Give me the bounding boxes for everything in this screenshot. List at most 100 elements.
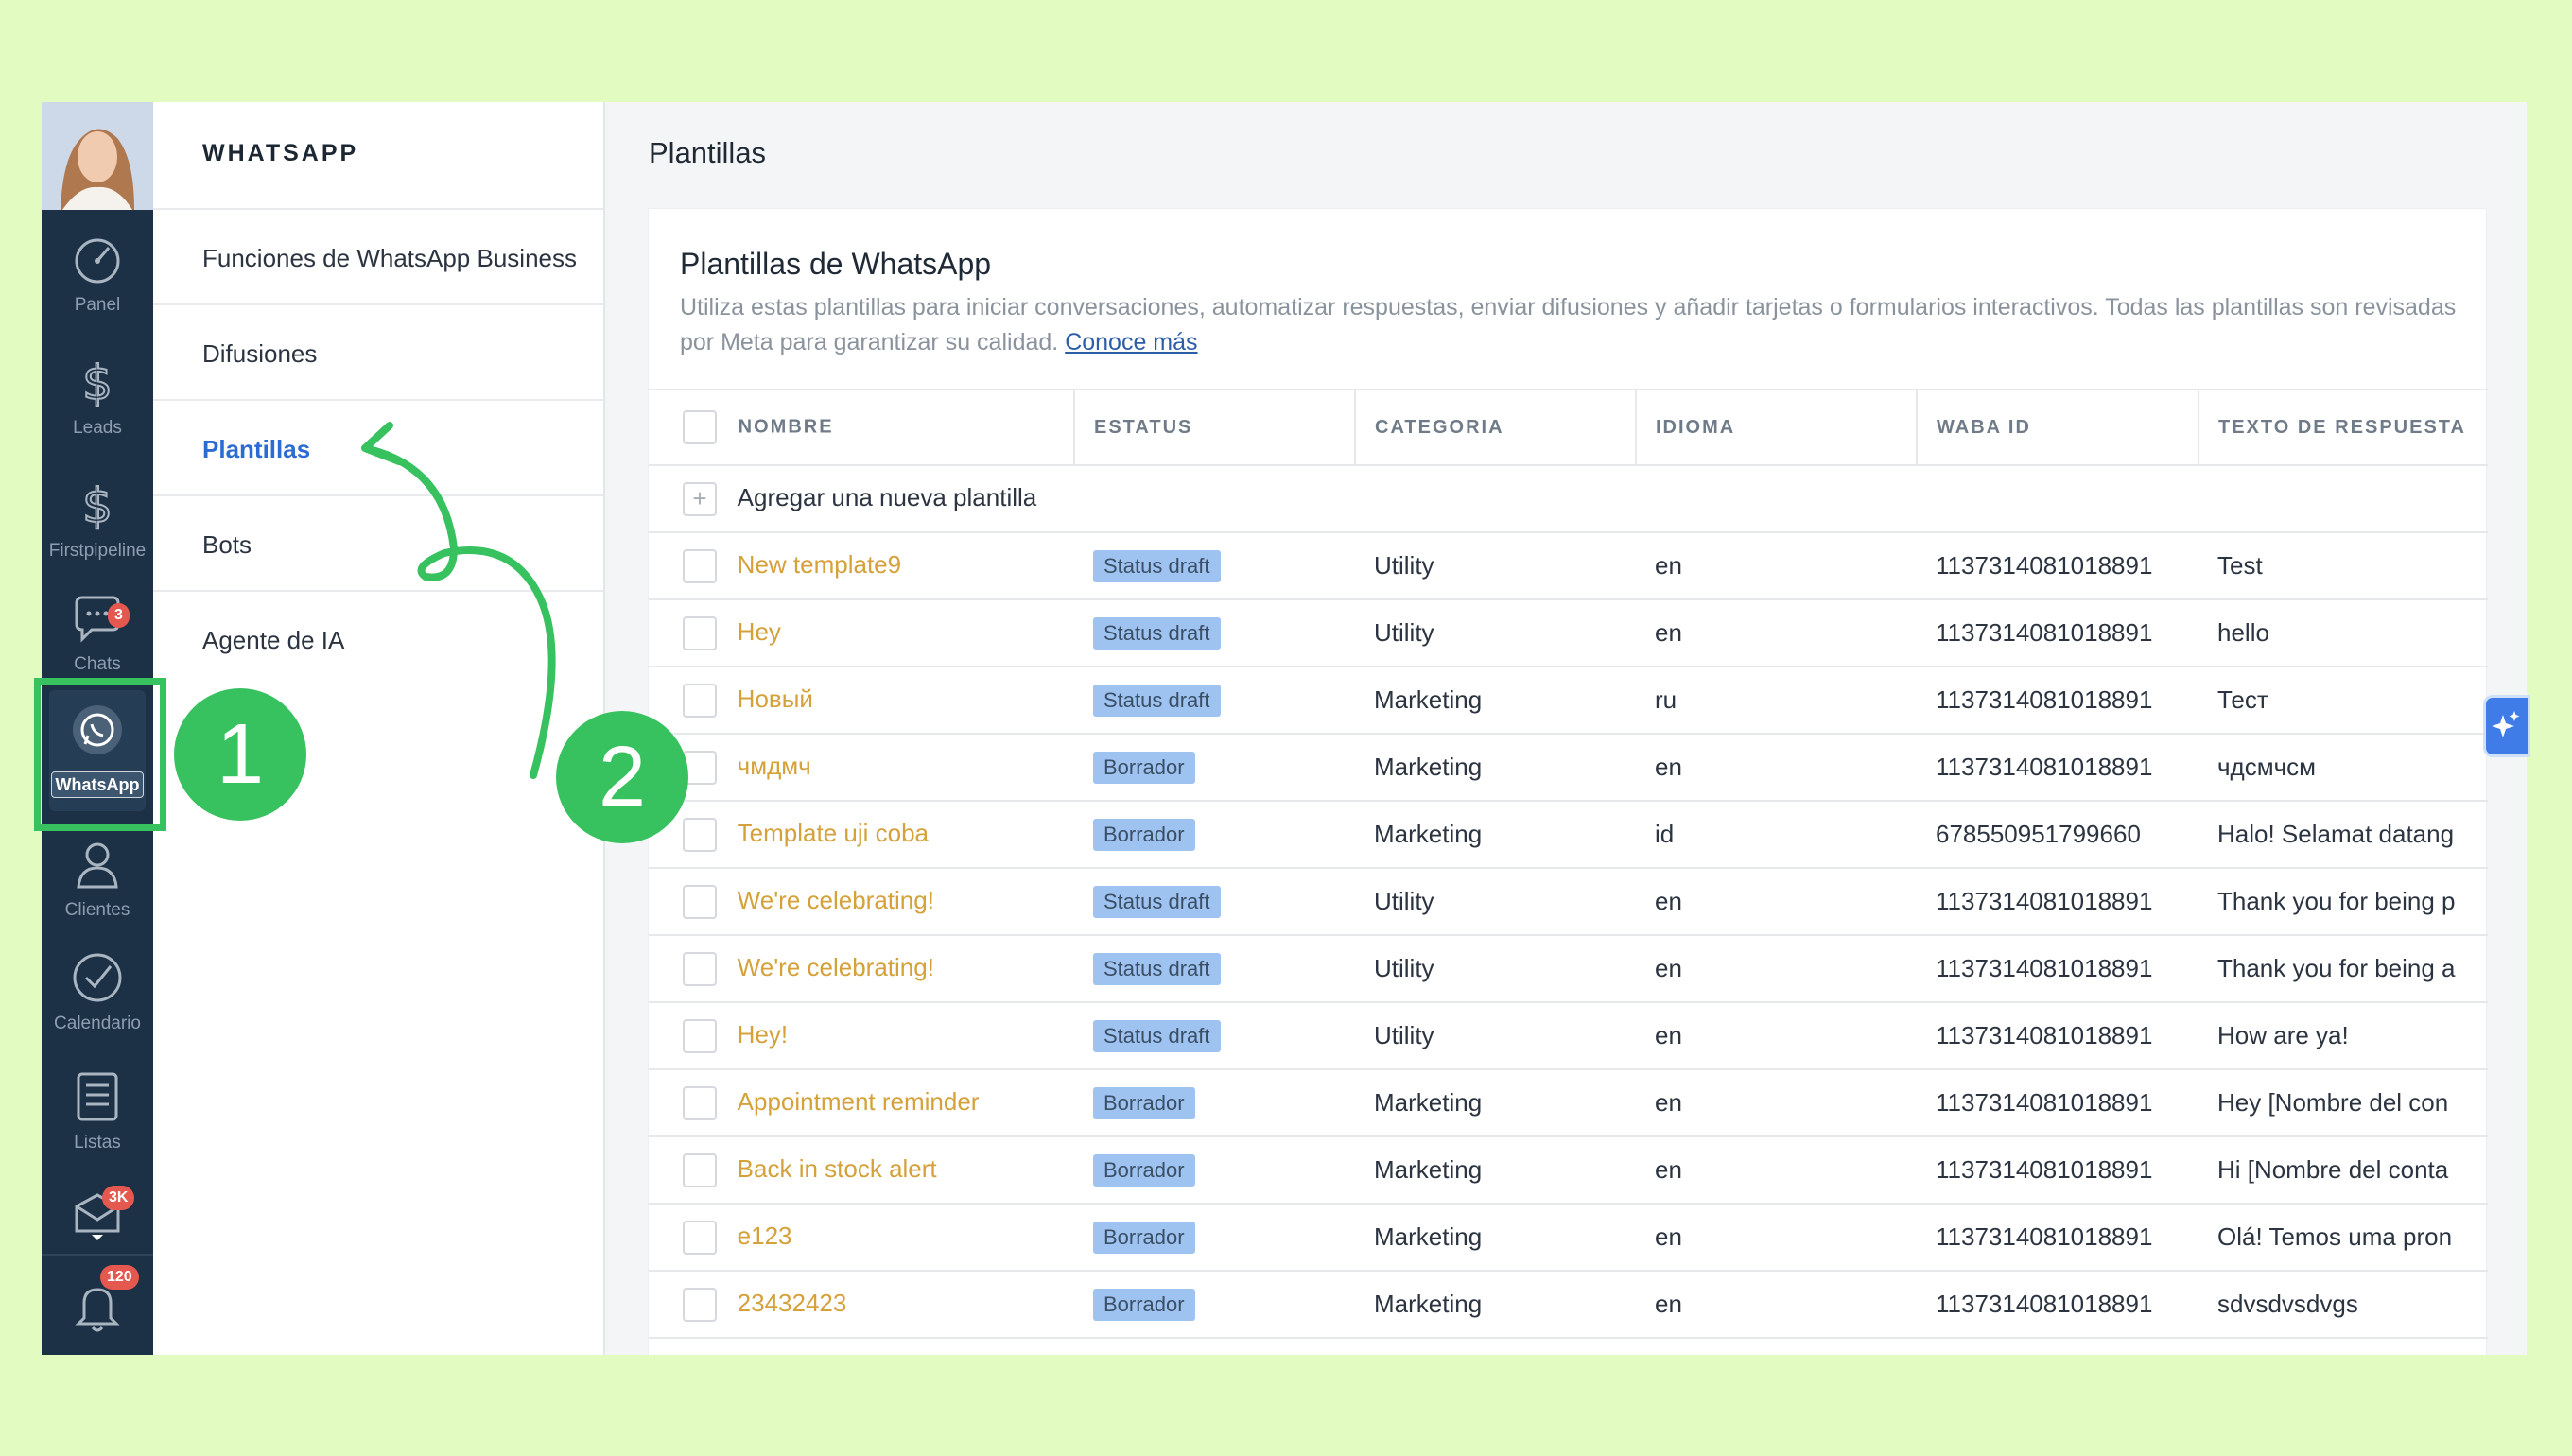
row-checkbox[interactable]	[683, 1153, 717, 1187]
sidebar-item-label: Calendario	[54, 1014, 141, 1033]
table-row[interactable]: Template uji coba Borrador Marketing id 6785…	[649, 801, 2488, 869]
status-badge: Status draft	[1093, 1019, 1221, 1052]
table-row[interactable]: We're celebrating! Status draft Utility en 1…	[649, 935, 2488, 1003]
language-cell: id	[1636, 801, 1917, 869]
status-badge: Borrador	[1093, 1153, 1195, 1187]
add-template-row[interactable]: + Agregar una nueva plantilla	[649, 465, 2488, 533]
submenu-item-funciones[interactable]: Funciones de WhatsApp Business	[153, 208, 603, 303]
row-checkbox[interactable]	[683, 615, 717, 650]
name-cell: Appointment reminder	[649, 1069, 1074, 1137]
user-avatar[interactable]	[42, 102, 153, 210]
table-row[interactable]: e123 Borrador Marketing en 1137314081018891 O…	[649, 1204, 2488, 1272]
status-badge: Status draft	[1093, 684, 1221, 717]
row-checkbox[interactable]	[683, 884, 717, 919]
column-header-texto[interactable]: TEXTO DE RESPUESTA	[2198, 389, 2488, 466]
submenu-item-difusiones[interactable]: Difusiones	[153, 303, 603, 399]
sidebar-item-label: Leads	[73, 418, 122, 438]
column-header-nombre[interactable]: NOMBRE	[649, 389, 1075, 466]
response-text-cell: Тест	[2198, 667, 2488, 735]
category-cell: Marketing	[1355, 1271, 1636, 1339]
table-row[interactable]: Новый Status draft Marketing ru 113731408101…	[649, 667, 2488, 735]
template-name-link[interactable]: Новый	[738, 684, 813, 712]
table-row[interactable]: Appointment reminder Borrador Marketing en 1…	[649, 1069, 2488, 1137]
table-row[interactable]: We're celebrating! Status draft Utility en 1…	[649, 868, 2488, 936]
column-header-categoria[interactable]: CATEGORIA	[1355, 389, 1637, 466]
template-name-link[interactable]: Back in stock alert	[738, 1153, 937, 1182]
status-badge: Borrador	[1093, 1086, 1195, 1119]
category-cell: Marketing	[1355, 801, 1636, 869]
sidebar-item-listas[interactable]: Listas	[42, 1061, 153, 1174]
sidebar-item-calendario[interactable]: Calendario	[42, 942, 153, 1055]
row-checkbox[interactable]	[683, 548, 717, 583]
language-cell: en	[1636, 1069, 1917, 1137]
name-cell: чмдмч	[649, 734, 1074, 802]
waba-id-cell: 1137314081018891	[1917, 1002, 2198, 1070]
sidebar-item-leads[interactable]: $ Leads	[42, 346, 153, 459]
svg-text:$: $	[82, 355, 113, 408]
template-name-link[interactable]: We're celebrating!	[738, 885, 934, 913]
language-cell: ru	[1636, 667, 1917, 735]
status-cell: Borrador	[1074, 1069, 1355, 1137]
table-row[interactable]: Back in stock alert Borrador Marketing en 11…	[649, 1136, 2488, 1205]
table-row[interactable]: Hey! Status draft Utility en 113731408101889…	[649, 1002, 2488, 1070]
template-name-link[interactable]: Template uji coba	[738, 818, 929, 846]
category-cell: Utility	[1355, 599, 1636, 667]
table-row[interactable]: 23432423 Borrador Marketing en 1137314081018…	[649, 1271, 2488, 1339]
name-cell: Hey!	[649, 1002, 1074, 1070]
dollar-icon: $	[81, 355, 113, 408]
category-cell: Marketing	[1355, 734, 1636, 802]
waba-id-cell: 1137314081018891	[1917, 667, 2198, 735]
status-cell: Status draft	[1074, 935, 1355, 1003]
sidebar-item-notifications[interactable]: 120	[42, 1254, 153, 1355]
contacts-icon	[77, 842, 118, 889]
submenu-item-label: Bots	[202, 530, 252, 559]
name-cell: Hey	[649, 599, 1074, 667]
waba-id-cell: 1137314081018891	[1917, 1069, 2198, 1137]
select-all-checkbox[interactable]	[683, 410, 717, 444]
row-checkbox[interactable]	[683, 1220, 717, 1255]
row-checkbox[interactable]	[683, 1018, 717, 1053]
template-name-link[interactable]: Appointment reminder	[738, 1086, 980, 1115]
response-text-cell: Thank you for being a	[2198, 935, 2488, 1003]
table-row[interactable]: New template9 Status draft Utility en 113731…	[649, 532, 2488, 600]
learn-more-link[interactable]: Conoce más	[1065, 329, 1197, 355]
plus-icon[interactable]: +	[683, 481, 717, 516]
add-template-label[interactable]: Agregar una nueva plantilla	[738, 482, 1037, 511]
row-checkbox[interactable]	[683, 951, 717, 986]
sidebar-item-label: Listas	[74, 1133, 121, 1153]
name-cell: Template uji coba	[649, 801, 1074, 869]
status-cell: Status draft	[1074, 532, 1355, 600]
language-cell: en	[1636, 599, 1917, 667]
list-icon	[77, 1072, 118, 1121]
ai-assistant-button[interactable]	[2483, 695, 2530, 757]
template-name-link[interactable]: чмдмч	[738, 751, 811, 779]
column-header-estatus[interactable]: ESTATUS	[1074, 389, 1356, 466]
template-name-link[interactable]: Hey	[738, 616, 781, 645]
table-row[interactable]: Hey Status draft Utility en 1137314081018891…	[649, 599, 2488, 667]
row-checkbox[interactable]	[683, 1287, 717, 1322]
template-name-link[interactable]: Hey!	[738, 1019, 788, 1048]
language-cell: en	[1636, 532, 1917, 600]
row-checkbox[interactable]	[683, 1085, 717, 1120]
category-cell: Utility	[1355, 868, 1636, 936]
table-row[interactable]: чмдмч Borrador Marketing en 1137314081018891…	[649, 734, 2488, 802]
category-cell: Marketing	[1355, 1136, 1636, 1205]
template-name-link[interactable]: New template9	[738, 549, 901, 578]
whatsapp-highlight-box	[34, 678, 166, 831]
row-checkbox[interactable]	[683, 683, 717, 718]
waba-id-cell: 1137314081018891	[1917, 532, 2198, 600]
language-cell: en	[1636, 1204, 1917, 1272]
chats-badge: 3	[108, 603, 130, 628]
row-checkbox[interactable]	[683, 817, 717, 852]
status-cell: Borrador	[1074, 734, 1355, 802]
template-name-link[interactable]: We're celebrating!	[738, 952, 934, 980]
waba-id-cell: 1137314081018891	[1917, 599, 2198, 667]
column-header-waba-id[interactable]: WABA ID	[1917, 389, 2199, 466]
status-badge: Borrador	[1093, 751, 1195, 784]
sidebar-item-firstpipeline[interactable]: $ Firstpipeline	[42, 469, 153, 582]
sidebar-item-panel[interactable]: Panel	[42, 223, 153, 337]
template-name-link[interactable]: e123	[738, 1221, 792, 1249]
sidebar-item-clientes[interactable]: Clientes	[42, 828, 153, 942]
template-name-link[interactable]: 23432423	[738, 1288, 847, 1316]
column-header-idioma[interactable]: IDIOMA	[1636, 389, 1918, 466]
